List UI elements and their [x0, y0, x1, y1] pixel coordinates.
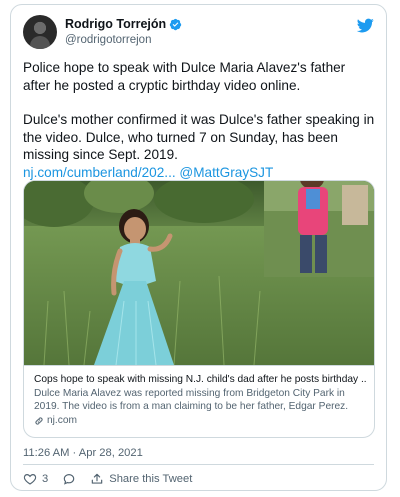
tweet-paragraph-2-text: Dulce's mother confirmed it was Dulce's …: [23, 112, 375, 162]
tweet-paragraph-2: Dulce's mother confirmed it was Dulce's …: [23, 111, 375, 181]
reply-icon: [63, 474, 75, 485]
link-preview-meta[interactable]: Cops hope to speak with missing N.J. chi…: [24, 365, 374, 437]
tweet-paragraph-1: Police hope to speak with Dulce Maria Al…: [23, 60, 346, 93]
tweet-header: Rodrigo Torrejón @rodrigotorrejon: [23, 15, 374, 51]
article-photo: [24, 181, 374, 365]
author-handle[interactable]: @rodrigotorrejon: [65, 34, 151, 46]
tweet-timestamp[interactable]: 11:26 AM · Apr 28, 2021: [23, 447, 143, 459]
link-preview-card[interactable]: Cops hope to speak with missing N.J. chi…: [23, 180, 375, 438]
link-icon: [35, 416, 43, 425]
like-button[interactable]: 3: [23, 472, 48, 486]
mention-link[interactable]: @MattGraySJT: [179, 165, 273, 180]
author-display-name[interactable]: Rodrigo Torrejón: [65, 17, 166, 31]
share-icon: [91, 473, 103, 484]
tweet-text: Police hope to speak with Dulce Maria Al…: [23, 59, 375, 181]
heart-icon: [23, 474, 37, 485]
reply-button[interactable]: [62, 472, 76, 486]
link-preview-domain: nj.com: [34, 414, 366, 427]
like-count: 3: [42, 473, 49, 485]
share-label: Share this Tweet: [109, 473, 193, 485]
link-preview-title[interactable]: Cops hope to speak with missing N.J. chi…: [34, 373, 366, 386]
verified-badge-icon: [169, 18, 182, 30]
article-link[interactable]: nj.com/cumberland/202...: [23, 165, 176, 180]
tweet-card[interactable]: Rodrigo Torrejón @rodrigotorrejon Police…: [10, 4, 387, 491]
divider: [23, 464, 374, 465]
twitter-bird-icon[interactable]: [357, 17, 374, 34]
link-preview-domain-text: nj.com: [47, 415, 78, 426]
author-name-row[interactable]: Rodrigo Torrejón: [65, 17, 182, 31]
avatar[interactable]: [23, 15, 57, 49]
link-preview-description: Dulce Maria Alavez was reported missing …: [34, 388, 349, 412]
tweet-actions: 3 Share this Tweet: [23, 472, 206, 486]
share-button[interactable]: Share this Tweet: [90, 472, 192, 486]
